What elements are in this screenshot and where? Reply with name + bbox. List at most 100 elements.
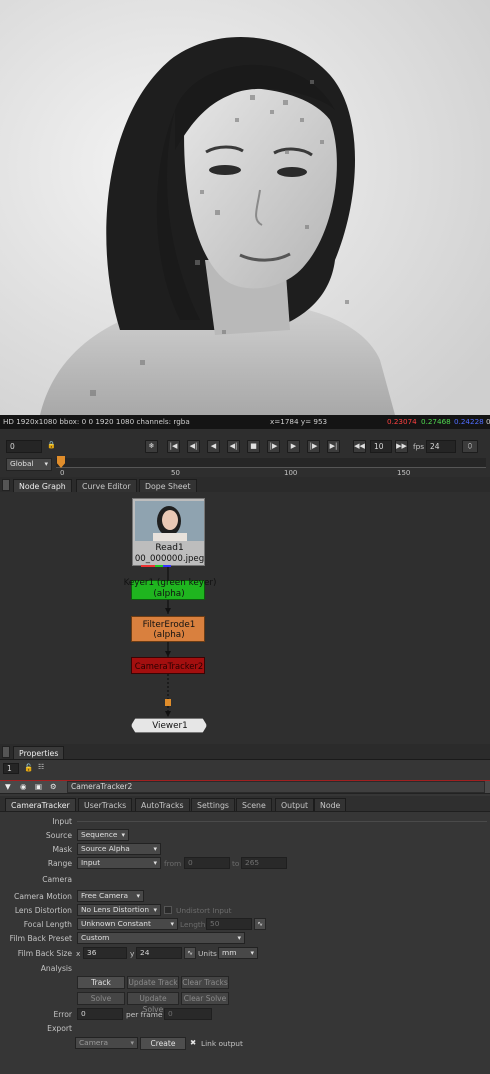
keyer-node-title: Keyer1 (green keyer) — [123, 578, 217, 588]
length-curve-icon[interactable]: ∿ — [254, 918, 266, 930]
filter-erode-title: FilterErode1 — [142, 620, 196, 630]
fps-label: fps — [413, 442, 425, 451]
film-back-preset-dropdown[interactable]: Custom — [77, 932, 245, 944]
y-label: y — [130, 949, 135, 958]
export-dropdown[interactable]: Camera — [75, 1037, 138, 1049]
ruler-tick-100: 100 — [284, 469, 298, 477]
settings-gear-icon[interactable]: ❄ — [145, 440, 158, 453]
tab-settings[interactable]: Settings — [191, 798, 235, 811]
camera-motion-dropdown[interactable]: Free Camera — [77, 890, 144, 902]
pixel-a: 0 — [486, 417, 490, 426]
undistort-label: Undistort Input — [176, 906, 232, 915]
pane-menu-icon[interactable] — [2, 746, 10, 758]
lock-icon[interactable]: 🔒 — [45, 440, 58, 453]
tab-autotracks[interactable]: AutoTracks — [135, 798, 190, 811]
fps-field[interactable]: 24 — [426, 440, 456, 453]
global-range-dropdown[interactable]: Global — [6, 458, 52, 471]
camera-tracker-node[interactable]: CameraTracker2 — [131, 657, 205, 674]
pin-icon[interactable]: 🔓 — [24, 763, 33, 772]
film-back-curve-icon[interactable]: ∿ — [184, 947, 196, 959]
color-swatch-icon[interactable]: ▣ — [35, 782, 42, 791]
read-node-file: 00_000000.jpeg — [134, 554, 205, 564]
update-solve-button[interactable]: Update Solve — [127, 992, 179, 1014]
ruler-tick-150: 150 — [397, 469, 411, 477]
play-forward-icon[interactable]: |▶ — [267, 440, 280, 453]
from-field[interactable]: 0 — [184, 857, 230, 869]
tab-usertracks[interactable]: UserTracks — [78, 798, 133, 811]
next-keyframe-icon[interactable]: |▶ — [307, 440, 320, 453]
update-track-button[interactable]: Update Track — [127, 976, 179, 989]
step-forward-icon[interactable]: ▶ — [287, 440, 300, 453]
track-button[interactable]: Track — [77, 976, 125, 989]
skip-forward-icon[interactable]: ▶▶ — [395, 440, 408, 453]
first-frame-icon[interactable]: |◀ — [167, 440, 180, 453]
loop-icon[interactable]: ⬯ — [462, 440, 478, 453]
node-name-field[interactable]: CameraTracker2 — [67, 781, 485, 793]
range-dropdown[interactable]: Input — [77, 857, 161, 869]
analysis-header: Analysis — [40, 964, 72, 973]
viewer-node[interactable]: Viewer1 — [131, 718, 207, 733]
node-graph-tabbar: Node Graph Curve Editor Dope Sheet — [0, 477, 490, 493]
per-frame-label: per frame — [126, 1010, 163, 1019]
tab-curve-editor[interactable]: Curve Editor — [76, 479, 137, 492]
tab-output[interactable]: Output — [275, 798, 315, 811]
previous-keyframe-icon[interactable]: ◀| — [187, 440, 200, 453]
ruler-tick-50: 50 — [171, 469, 180, 477]
step-back-icon[interactable]: ◀ — [207, 440, 220, 453]
length-label: Length — [180, 920, 206, 929]
node-title-bar: ▼ ◉ ▣ ⚙ CameraTracker2 — [0, 780, 490, 794]
create-button[interactable]: Create — [140, 1037, 186, 1050]
filter-erode-node[interactable]: FilterErode1 (alpha) — [131, 616, 205, 642]
read-node-name: Read1 — [155, 543, 184, 553]
mask-dropdown[interactable]: Source Alpha — [77, 843, 161, 855]
camera-motion-label: Camera Motion — [14, 892, 72, 901]
clear-tracks-button[interactable]: Clear Tracks — [181, 976, 229, 989]
source-dropdown[interactable]: Sequence — [77, 829, 129, 841]
keyer-node[interactable]: Keyer1 (green keyer) (alpha) — [124, 578, 216, 600]
skip-increment-field[interactable]: 10 — [370, 440, 392, 453]
units-dropdown[interactable]: mm — [218, 947, 258, 959]
frame-field[interactable]: 0 — [6, 440, 42, 453]
tab-cameratracker[interactable]: CameraTracker — [5, 798, 76, 811]
film-back-x-field[interactable]: 36 — [83, 947, 127, 959]
viewer-image — [0, 0, 490, 415]
error-field[interactable]: 0 — [77, 1008, 123, 1020]
tab-properties[interactable]: Properties — [13, 746, 65, 759]
lens-distortion-dropdown[interactable]: No Lens Distortion — [77, 904, 161, 916]
skip-back-icon[interactable]: ◀◀ — [353, 440, 366, 453]
error-label: Error — [53, 1010, 72, 1019]
max-panels-field[interactable]: 1 — [3, 763, 19, 774]
from-label: from — [164, 859, 182, 868]
tab-node-graph[interactable]: Node Graph — [13, 479, 72, 492]
close-all-icon[interactable]: ☷ — [38, 763, 44, 771]
tab-dope-sheet[interactable]: Dope Sheet — [139, 479, 197, 492]
node-graph-canvas[interactable]: Read1 00_000000.jpeg Keyer1 (green keyer… — [0, 492, 490, 744]
node-tabs: CameraTracker UserTracks AutoTracks Sett… — [0, 796, 490, 812]
to-field[interactable]: 265 — [241, 857, 287, 869]
solve-button[interactable]: Solve — [77, 992, 125, 1005]
play-backward-icon[interactable]: ◀| — [227, 440, 240, 453]
viewer-canvas[interactable] — [0, 0, 490, 415]
last-frame-icon[interactable]: ▶| — [327, 440, 340, 453]
center-node-icon[interactable]: ◉ — [20, 782, 26, 791]
float-panel-icon[interactable]: ⚙ — [50, 782, 57, 791]
x-label: x — [76, 949, 81, 958]
link-output-checkbox[interactable]: ✖ — [190, 1038, 196, 1047]
per-frame-field[interactable]: 0 — [164, 1008, 212, 1020]
timeline-ruler[interactable] — [56, 458, 486, 468]
focal-length-dropdown[interactable]: Unknown Constant — [77, 918, 178, 930]
read-node[interactable]: Read1 00_000000.jpeg — [132, 498, 205, 567]
filter-erode-sub: (alpha) — [153, 630, 185, 640]
to-label: to — [232, 859, 240, 868]
properties-panel: 1 🔓 ☷ ▼ ◉ ▣ ⚙ CameraTracker2 CameraTrack… — [0, 760, 490, 1074]
film-back-y-field[interactable]: 24 — [136, 947, 182, 959]
undistort-checkbox[interactable] — [164, 906, 172, 914]
pane-menu-icon[interactable] — [2, 479, 10, 491]
clear-solve-button[interactable]: Clear Solve — [181, 992, 229, 1005]
source-label: Source — [45, 831, 72, 840]
tab-node[interactable]: Node — [314, 798, 347, 811]
tab-scene[interactable]: Scene — [236, 798, 272, 811]
collapse-icon[interactable]: ▼ — [5, 782, 11, 791]
stop-icon[interactable]: ■ — [247, 440, 260, 453]
length-field[interactable]: 50 — [206, 918, 252, 930]
